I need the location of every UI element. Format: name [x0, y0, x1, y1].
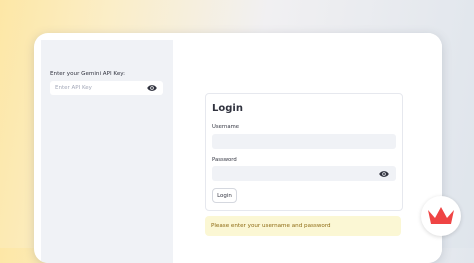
api-key-input[interactable]	[50, 81, 149, 95]
username-input[interactable]	[212, 140, 385, 156]
login-button[interactable]: Login	[212, 188, 237, 203]
alert-message: Please enter your username and password	[211, 222, 331, 229]
eye-icon[interactable]	[379, 170, 389, 178]
warning-alert: Please enter your username and password	[205, 216, 401, 236]
password-field-wrapper	[212, 166, 396, 188]
eye-icon[interactable]	[147, 84, 157, 92]
api-key-field	[50, 81, 163, 95]
crown-logo-icon[interactable]	[421, 196, 461, 236]
crown-logo-shape	[428, 207, 454, 224]
main-content: Login Username Password Login Please ent…	[173, 33, 442, 263]
login-form: Login Username Password Login	[205, 93, 403, 211]
username-field-wrapper	[212, 134, 396, 156]
app-window: Enter your Gemini API Key: Login Usernam…	[34, 33, 442, 263]
password-input[interactable]	[212, 172, 385, 188]
api-key-label: Enter your Gemini API Key:	[50, 71, 126, 77]
sidebar: Enter your Gemini API Key:	[41, 40, 173, 263]
username-label: Username	[212, 124, 240, 130]
password-label: Password	[212, 157, 237, 163]
login-title: Login	[212, 103, 243, 114]
